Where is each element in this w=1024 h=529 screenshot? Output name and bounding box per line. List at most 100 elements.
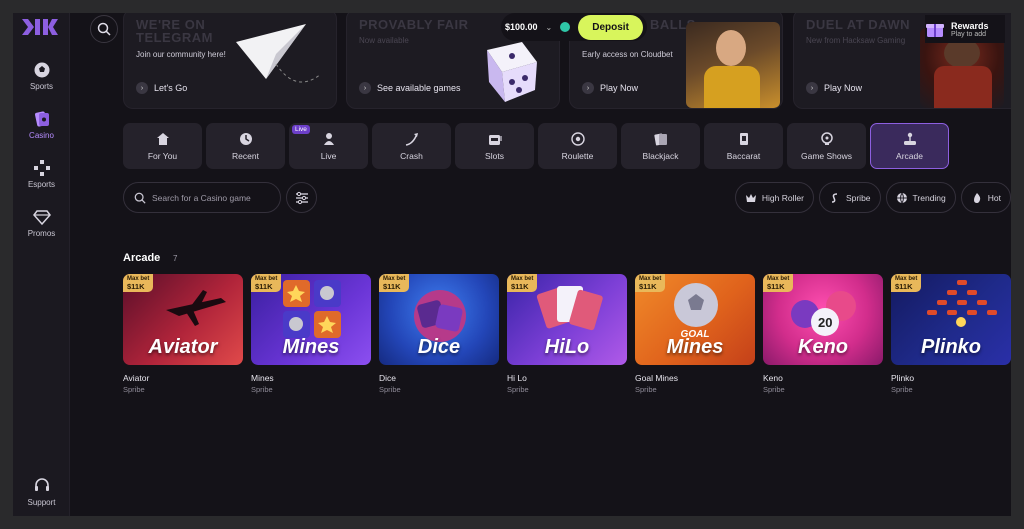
tab-label: Arcade (896, 150, 923, 161)
max-bet-value: $11K (767, 282, 785, 291)
game-card-mines[interactable]: Max bet $11K Mines Mines Spribe (251, 274, 371, 394)
tab-slots[interactable]: Slots (455, 123, 534, 169)
tag-spribe[interactable]: Spribe (818, 182, 881, 213)
tab-label: Game Shows (800, 150, 853, 161)
globe-icon (896, 192, 907, 204)
headset-icon (34, 478, 49, 491)
mines-grid-icon (283, 280, 341, 338)
game-provider: Spribe (891, 385, 913, 394)
tab-arcade[interactable]: Arcade (870, 123, 949, 169)
max-bet-value: $11K (511, 282, 529, 291)
game-thumbnail[interactable]: Max bet $11K HiLo (507, 274, 627, 365)
promo-cta[interactable]: › Let's Go (136, 82, 187, 94)
game-provider: Spribe (379, 385, 401, 394)
tab-label: Roulette (561, 150, 594, 161)
trend-up-icon (405, 132, 418, 146)
game-card-plinko[interactable]: Max bet $11K Plinko Plinko Spribe (891, 274, 1011, 394)
flame-icon (973, 192, 980, 203)
sidebar-item-esports[interactable]: Esports (13, 159, 70, 189)
promo-ghost-title: DUEL AT DAWN (806, 17, 910, 32)
tag-high-roller[interactable]: High Roller (734, 182, 814, 213)
tab-crash[interactable]: Crash (372, 123, 451, 169)
casino-chip-icon (34, 111, 49, 127)
max-bet-value: $11K (255, 282, 273, 291)
cloudbet-logo[interactable] (22, 19, 58, 35)
promo-cta[interactable]: › See available games (359, 82, 461, 94)
plinko-pegs-icon (927, 280, 997, 327)
balance-amount[interactable]: $100.00 (505, 22, 538, 32)
game-thumbnail[interactable]: Max bet $11K Mines (251, 274, 371, 365)
diamond-icon (32, 210, 51, 226)
sidebar-item-support[interactable]: Support (13, 477, 70, 507)
game-card-goal-mines[interactable]: Max bet $11K GOAL Mines Goal Mines Spribe (635, 274, 755, 394)
game-thumbnail[interactable]: Max bet $11K GOAL Mines (635, 274, 755, 365)
promo-cta-label: Play Now (600, 83, 639, 93)
sidebar-item-promos[interactable]: Promos (13, 208, 70, 238)
game-provider: Spribe (507, 385, 529, 394)
slot-machine-icon (488, 134, 502, 145)
currency-coin-icon[interactable] (560, 22, 571, 32)
game-name: Goal Mines (635, 373, 678, 383)
tab-roulette[interactable]: Roulette (538, 123, 617, 169)
wheel-icon (820, 131, 833, 145)
tab-live[interactable]: Live Live (289, 123, 368, 169)
game-thumbnail[interactable]: Max bet $11K Plinko (891, 274, 1011, 365)
game-provider: Spribe (635, 385, 657, 394)
game-logo-text: HiLo (544, 336, 590, 358)
game-logo-text: Mines (282, 336, 340, 358)
deposit-button[interactable]: Deposit (578, 14, 643, 40)
promo-cta[interactable]: › Play Now (582, 82, 638, 94)
sidebar-item-casino[interactable]: Casino (13, 110, 70, 140)
game-card-hilo[interactable]: Max bet $11K HiLo Hi Lo Spribe (507, 274, 627, 394)
game-logo-text: Keno (798, 336, 848, 358)
promo-ghost-title: PROVABLY FAIR (359, 17, 469, 32)
game-thumbnail[interactable]: Max bet $11K Aviator (123, 274, 243, 365)
header-wallet: $100.00 ⌄ Deposit (501, 13, 647, 41)
tag-trending[interactable]: Trending (885, 182, 956, 213)
max-bet-value: $11K (383, 282, 401, 291)
tag-label: Spribe (845, 192, 871, 203)
promo-subtitle: Early access on Cloudbet (582, 50, 673, 59)
search-input[interactable] (152, 192, 272, 203)
game-name: Hi Lo (507, 373, 527, 383)
game-thumbnail[interactable]: Max bet $11K Dice (379, 274, 499, 365)
tab-blackjack[interactable]: Blackjack (621, 123, 700, 169)
max-bet-badge: Max bet $11K (123, 274, 154, 292)
game-logo-text: Mines (666, 336, 724, 358)
games-row: Max bet $11K Aviator Aviator Spribe Max b… (123, 274, 1011, 394)
main-content: WE'RE ON TELEGRAM Join our community her… (71, 13, 1011, 516)
game-card-dice[interactable]: Max bet $11K Dice Dice Spribe (379, 274, 499, 394)
promo-cta[interactable]: › Play Now (806, 82, 862, 94)
playing-cards-icon (536, 286, 603, 331)
tag-hot[interactable]: Hot (960, 182, 1011, 213)
category-tabs: For You Recent Live Live Crash Slots Rou… (123, 123, 949, 169)
max-bet-badge: Max bet $11K (891, 274, 922, 292)
game-card-keno[interactable]: 20 Max bet $11K Keno Keno Spribe (763, 274, 883, 394)
tag-label: Hot (987, 192, 1001, 203)
section-count: 7 (173, 254, 178, 263)
tab-for-you[interactable]: For You (123, 123, 202, 169)
tab-game-shows[interactable]: Game Shows (787, 123, 866, 169)
game-name: Keno (763, 373, 783, 383)
spribe-icon (831, 192, 837, 203)
rewards-button[interactable]: Rewards Play to add (925, 15, 1005, 43)
tab-baccarat[interactable]: Baccarat (704, 123, 783, 169)
card-icon (739, 132, 748, 145)
game-card-aviator[interactable]: Max bet $11K Aviator Aviator Spribe (123, 274, 243, 394)
section-title: Arcade (123, 252, 161, 264)
chevron-down-icon[interactable]: ⌄ (546, 23, 553, 32)
max-bet-badge: Max bet $11K (635, 274, 666, 292)
tab-recent[interactable]: Recent (206, 123, 285, 169)
search-icon (97, 22, 111, 36)
filter-button[interactable] (286, 182, 317, 213)
global-search-button[interactable] (90, 15, 118, 43)
sidebar-item-sports[interactable]: Sports (13, 61, 70, 91)
tab-label: For You (147, 150, 178, 161)
joystick-icon (903, 132, 916, 145)
promo-subtitle: Join our community here! (136, 50, 226, 59)
game-thumbnail[interactable]: 20 Max bet $11K Keno (763, 274, 883, 365)
sidebar-item-label: Esports (27, 180, 56, 189)
dealer-icon (323, 132, 334, 145)
max-bet-badge: Max bet $11K (763, 274, 794, 292)
promo-card-telegram[interactable]: WE'RE ON TELEGRAM Join our community her… (123, 13, 337, 109)
